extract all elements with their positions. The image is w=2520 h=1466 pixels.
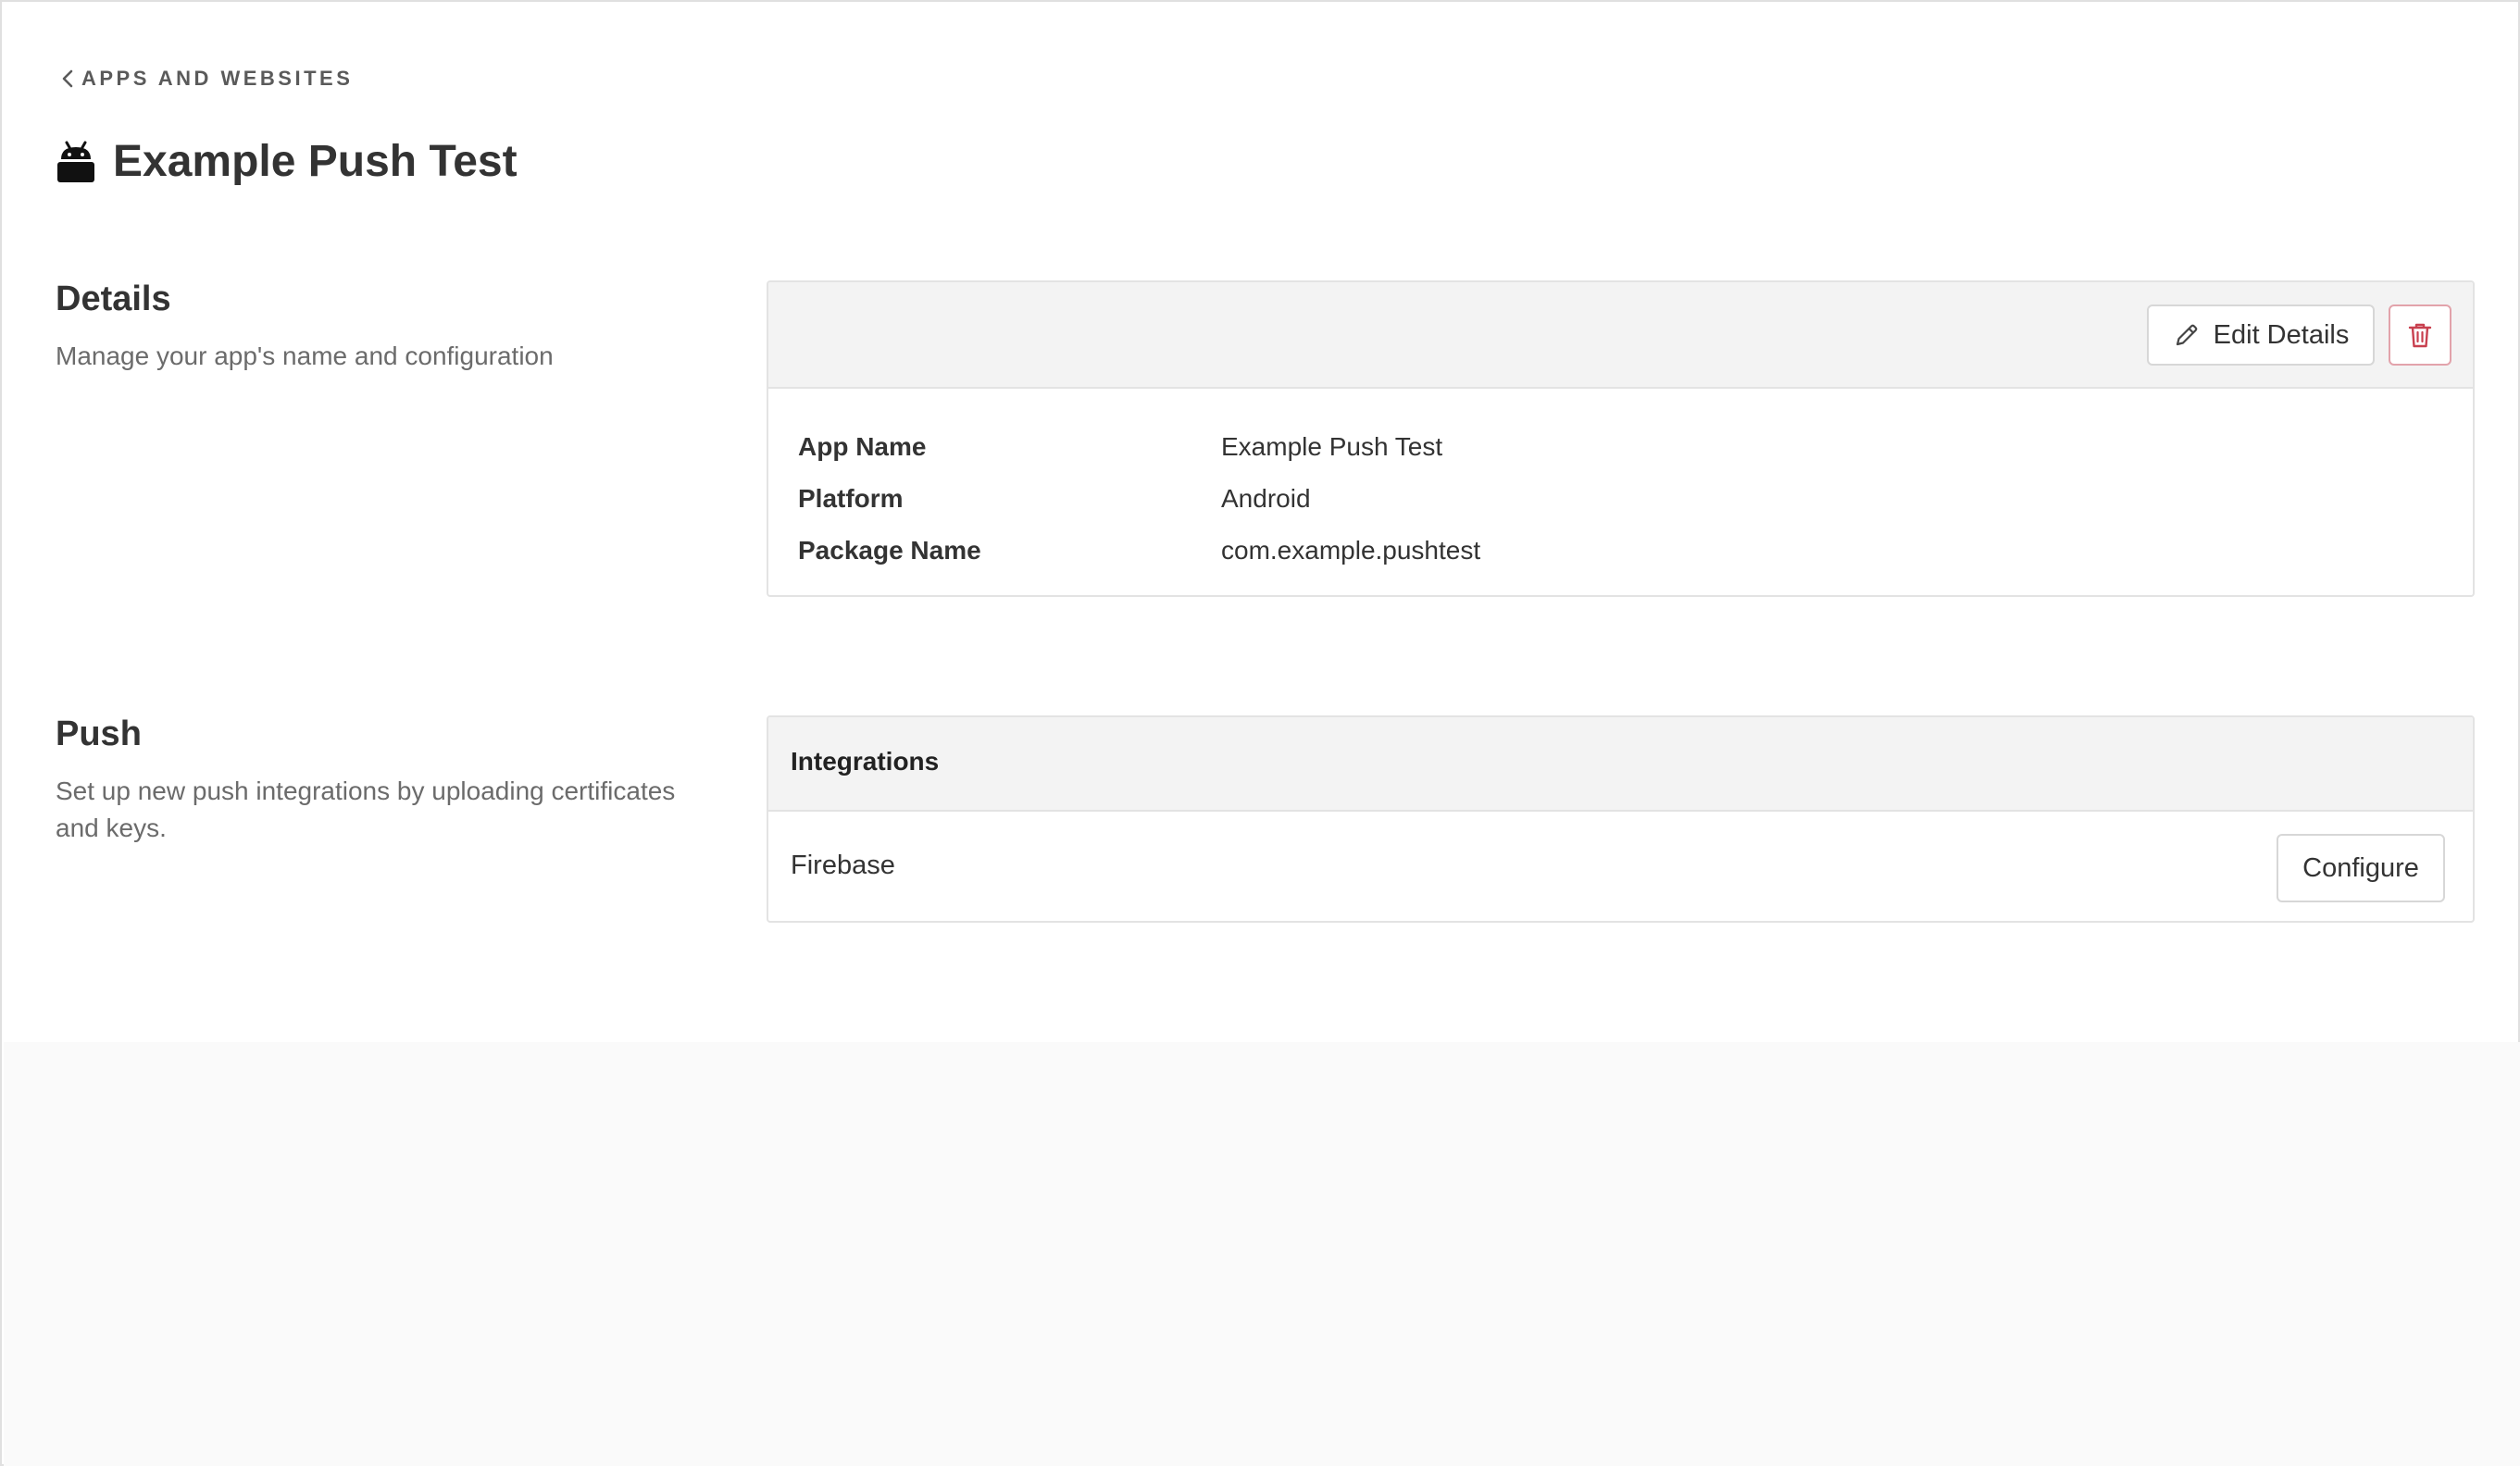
detail-row-platform: Platform Android bbox=[798, 473, 1480, 525]
configure-firebase-button[interactable]: Configure bbox=[2277, 834, 2445, 902]
trash-icon bbox=[2408, 323, 2432, 348]
integration-name: Firebase bbox=[791, 851, 895, 880]
integrations-card-header: Integrations bbox=[768, 717, 2473, 812]
detail-row-package-name: Package Name com.example.pushtest bbox=[798, 525, 1480, 577]
integrations-title: Integrations bbox=[791, 747, 940, 776]
details-heading: Details bbox=[56, 280, 171, 318]
details-card-header: Edit Details bbox=[768, 282, 2473, 389]
detail-label: Package Name bbox=[798, 536, 981, 565]
detail-row-app-name: App Name Example Push Test bbox=[798, 421, 1480, 473]
integration-row-firebase: Firebase Configure bbox=[768, 812, 2473, 921]
details-description: Manage your app's name and configuration bbox=[56, 342, 554, 370]
page-title: Example Push Test bbox=[56, 136, 518, 187]
app-window: APPS AND WEBSITES Example Push Test Deta… bbox=[0, 0, 2520, 1466]
delete-app-button[interactable] bbox=[2389, 304, 2451, 366]
breadcrumb-back-link[interactable]: APPS AND WEBSITES bbox=[59, 67, 353, 91]
details-section-header: Details Manage your app's name and confi… bbox=[56, 280, 722, 375]
detail-label: App Name bbox=[798, 432, 927, 461]
chevron-left-icon bbox=[62, 69, 73, 88]
page-title-text: Example Push Test bbox=[113, 137, 518, 186]
detail-label: Platform bbox=[798, 484, 904, 513]
android-icon bbox=[57, 141, 94, 182]
integrations-card: Integrations Firebase Configure bbox=[767, 715, 2475, 923]
detail-value: Example Push Test bbox=[1221, 432, 1443, 461]
page-background-lower bbox=[4, 1042, 2520, 1466]
push-section-header: Push Set up new push integrations by upl… bbox=[56, 714, 722, 847]
detail-value: Android bbox=[1221, 484, 1311, 513]
detail-value: com.example.pushtest bbox=[1221, 536, 1481, 565]
edit-details-button[interactable]: Edit Details bbox=[2147, 304, 2375, 366]
details-list: App Name Example Push Test Platform Andr… bbox=[798, 421, 1480, 577]
push-heading: Push bbox=[56, 714, 142, 753]
details-card: Edit Details App Name Example Push Test … bbox=[767, 280, 2475, 597]
edit-details-label: Edit Details bbox=[2213, 319, 2350, 350]
breadcrumb-label: APPS AND WEBSITES bbox=[81, 67, 354, 90]
push-description: Set up new push integrations by uploadin… bbox=[56, 776, 676, 842]
pencil-icon bbox=[2176, 324, 2197, 346]
